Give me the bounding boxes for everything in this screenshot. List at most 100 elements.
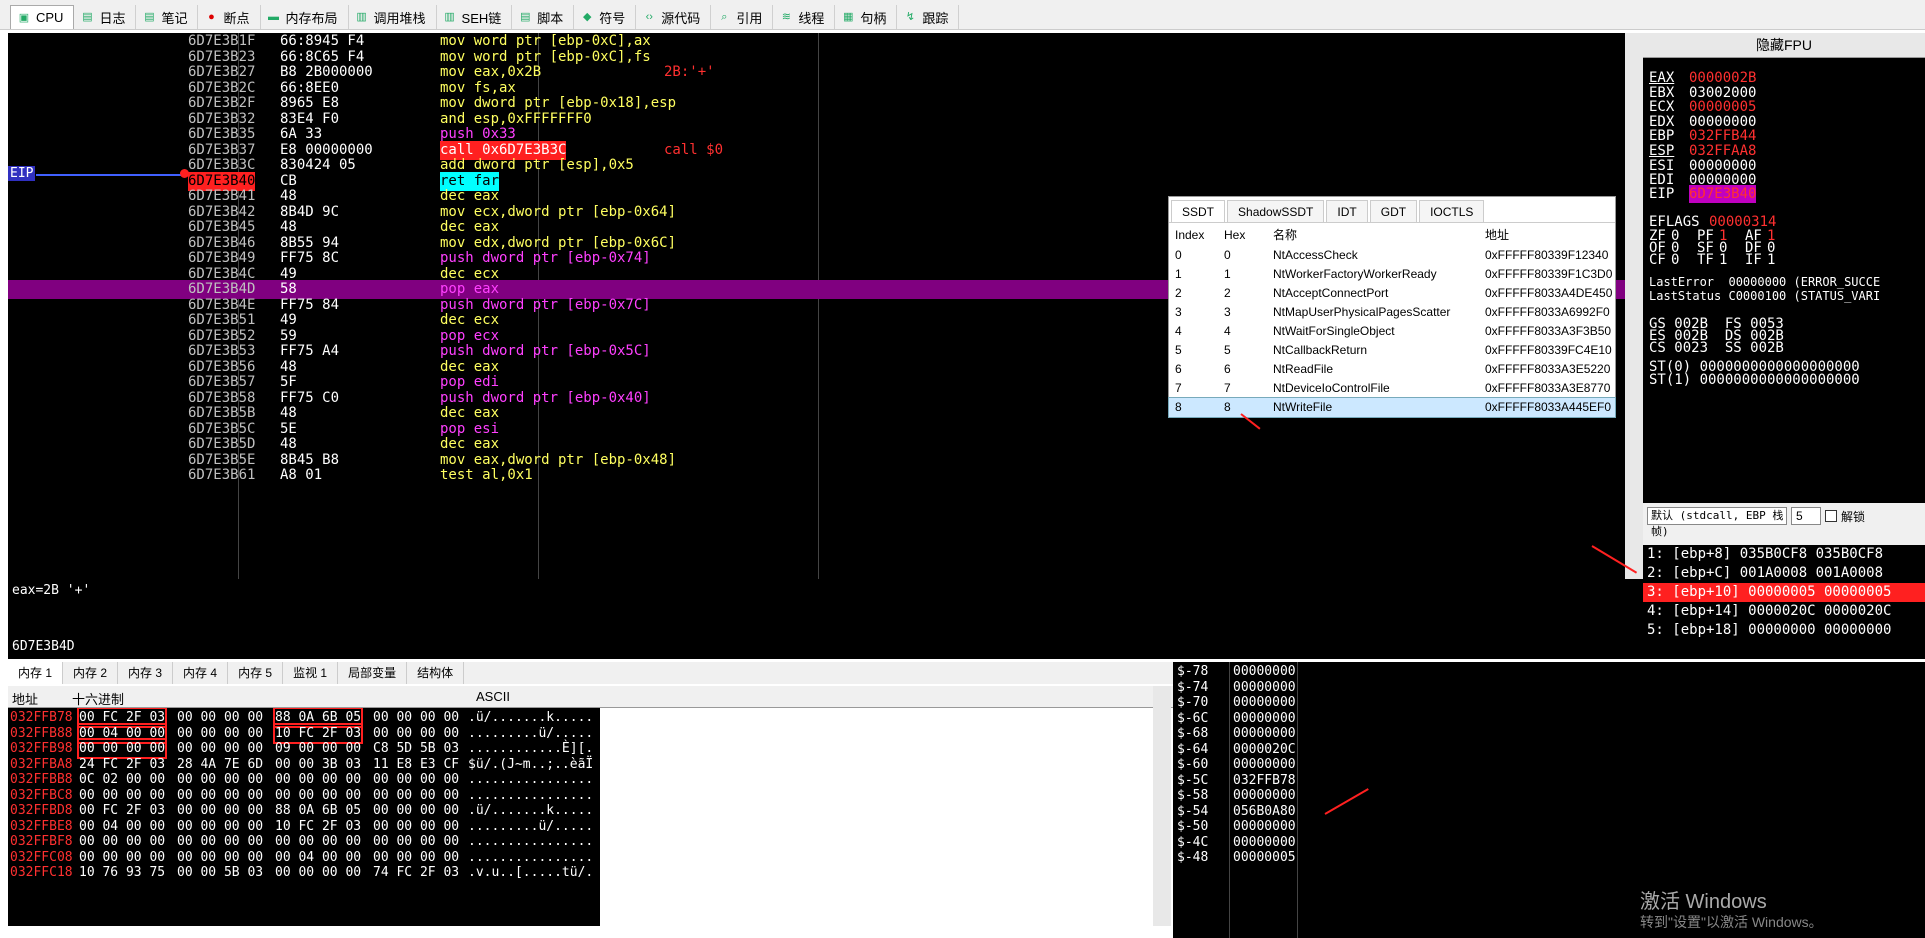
memory-tab[interactable]: 内存 5 xyxy=(228,662,284,684)
ssdt-cell: NtMapUserPhysicalPagesScatter xyxy=(1273,305,1451,319)
memory-tab[interactable]: 结构体 xyxy=(407,662,465,684)
stack-arg-row[interactable]: 5: [ebp+18] 00000000 00000000 xyxy=(1643,621,1925,640)
ssdt-column-header[interactable]: Hex xyxy=(1224,225,1245,245)
ssdt-row[interactable]: 0 0 NtAccessCheck 0xFFFFF80339F12340 xyxy=(1169,246,1615,265)
ssdt-cell: 5 xyxy=(1175,343,1182,357)
tab-label: 笔记 xyxy=(161,10,188,26)
callstack-icon: ▥ xyxy=(356,11,367,23)
stack-arg-row[interactable]: 3: [ebp+10] 00000005 00000005 xyxy=(1643,583,1925,602)
tab-references[interactable]: ⌕ 引用 xyxy=(711,5,774,29)
memory-row[interactable]: 032FFC18 10 76 93 75 00 00 5B 03 00 00 00 0… xyxy=(8,863,600,882)
flag-value[interactable]: 1 xyxy=(1767,251,1775,269)
memory-scrollbar[interactable] xyxy=(1153,686,1171,926)
ssdt-cell: 0xFFFFF8033A3E5220 xyxy=(1485,362,1611,376)
stack-arg-row[interactable]: 4: [ebp+14] 0000020C 0000020C xyxy=(1643,602,1925,621)
memory-tab[interactable]: 内存 2 xyxy=(63,662,119,684)
call-convention-select[interactable]: 默认 (stdcall, EBP 栈帧) xyxy=(1647,507,1787,538)
ssdt-tab-bar: SSDT ShadowSSDT IDT GDT IOCTLS xyxy=(1169,197,1615,223)
memory-tab[interactable]: 局部变量 xyxy=(338,662,408,684)
ssdt-cell: 7 xyxy=(1224,381,1231,395)
memory-address: 032FFC18 xyxy=(10,865,73,880)
register-value[interactable]: 6D7E3B40 xyxy=(1689,185,1757,203)
flag-name[interactable]: IF xyxy=(1745,251,1762,269)
memory-dump-view[interactable]: 032FFB78 00 FC 2F 03 00 00 00 00 88 0A 6B 0… xyxy=(8,708,600,926)
ssdt-cell: 0xFFFFF80339F1C3D0 xyxy=(1485,267,1613,281)
ssdt-tab[interactable]: IDT xyxy=(1326,200,1368,222)
fpu-st1[interactable]: ST(1) 0000000000000000000 xyxy=(1649,371,1860,389)
stack-offset[interactable]: $-48 xyxy=(1177,848,1208,867)
tab-breakpoint[interactable]: ● 断点 xyxy=(198,5,261,29)
ssdt-column-header[interactable]: 名称 xyxy=(1273,225,1297,245)
register-name[interactable]: EIP xyxy=(1649,185,1674,203)
segment-registers[interactable]: CS 0023 SS 002B xyxy=(1649,339,1784,357)
memory-tab-bar: 内存 1 内存 2 内存 3 内存 4 内存 5 监视 1 局部变量 结构体 xyxy=(8,662,1173,684)
memory-map-icon: ▬ xyxy=(268,11,279,23)
ssdt-row[interactable]: 3 3 NtMapUserPhysicalPagesScatter 0xFFFFF80… xyxy=(1169,303,1615,322)
tab-memory-map[interactable]: ▬ 内存布局 xyxy=(261,5,349,29)
flag-name[interactable]: TF xyxy=(1697,251,1714,269)
activation-watermark-sub: 转到"设置"以激活 Windows。 xyxy=(1640,914,1823,930)
tab-cpu[interactable]: ▣ CPU xyxy=(10,5,75,29)
references-icon: ⌕ xyxy=(721,11,728,23)
call-convention-bar: 默认 (stdcall, EBP 栈帧) 5 解锁 xyxy=(1643,503,1925,545)
tab-label: 引用 xyxy=(736,10,763,26)
bytes: A8 01 xyxy=(280,467,323,483)
ssdt-cell: 0xFFFFF80339F12340 xyxy=(1485,248,1609,262)
ssdt-cell: NtWorkerFactoryWorkerReady xyxy=(1273,267,1437,281)
ascii-header: ASCII xyxy=(476,689,510,704)
ssdt-row[interactable]: 8 8 NtWriteFile 0xFFFFF8033A445EF0 xyxy=(1168,397,1616,418)
tab-seh[interactable]: ▥ SEH链 xyxy=(437,5,513,29)
memory-tab[interactable]: 内存 4 xyxy=(173,662,229,684)
breakpoint-dot[interactable] xyxy=(180,169,189,178)
unlock-checkbox[interactable] xyxy=(1825,510,1837,522)
disasm-row[interactable]: 6D7E3B61 A8 01 test al,0x1 xyxy=(8,466,1625,485)
tab-handles[interactable]: ▦ 句柄 xyxy=(835,5,898,29)
arg-count-input[interactable]: 5 xyxy=(1791,507,1821,525)
disassembly-scrollbar[interactable] xyxy=(1625,33,1643,579)
memory-tab[interactable]: 内存 1 xyxy=(8,662,64,684)
flag-value[interactable]: 0 xyxy=(1671,251,1679,269)
tab-notes[interactable]: ▤ 笔记 xyxy=(136,5,199,29)
trace-icon: ↯ xyxy=(905,11,915,23)
ssdt-cell: 1 xyxy=(1175,267,1182,281)
memory-tab[interactable]: 内存 3 xyxy=(118,662,174,684)
memory-bytes: 00 00 00 00 xyxy=(275,865,362,880)
ssdt-row[interactable]: 4 4 NtWaitForSingleObject 0xFFFFF8033A3F3B5… xyxy=(1169,322,1615,341)
flag-name[interactable]: CF xyxy=(1649,251,1666,269)
tab-callstack[interactable]: ▥ 调用堆栈 xyxy=(349,5,437,29)
ssdt-column-header[interactable]: 地址 xyxy=(1485,225,1509,245)
ssdt-tab[interactable]: IOCTLS xyxy=(1419,200,1485,222)
ssdt-cell: 0xFFFFF8033A3F3B50 xyxy=(1485,324,1612,338)
stack-arg-row[interactable]: 1: [ebp+8] 035B0CF8 035B0CF8 xyxy=(1643,545,1925,564)
tab-source[interactable]: ‹› 源代码 xyxy=(636,5,712,29)
ssdt-row[interactable]: 6 6 NtReadFile 0xFFFFF8033A3E5220 xyxy=(1169,360,1615,379)
tab-script[interactable]: ▤ 脚本 xyxy=(512,5,575,29)
ssdt-tab[interactable]: SSDT xyxy=(1171,200,1226,222)
tab-label: 断点 xyxy=(223,10,250,26)
stack-divider xyxy=(1229,662,1230,938)
stack-view[interactable]: $-78 00000000 $-74 00000000 $-70 00000000 $-6C… xyxy=(1173,662,1925,938)
ssdt-window: SSDT ShadowSSDT IDT GDT IOCTLS Index Hex 名称 地址 0… xyxy=(1168,196,1616,418)
tab-label: 句柄 xyxy=(860,10,887,26)
stack-value[interactable]: 00000005 xyxy=(1233,848,1296,867)
tab-symbol[interactable]: ◆ 符号 xyxy=(574,5,637,29)
ssdt-row[interactable]: 5 5 NtCallbackReturn 0xFFFFF80339FC4E10 xyxy=(1169,341,1615,360)
tab-log[interactable]: ▤ 日志 xyxy=(74,5,137,29)
ssdt-row[interactable]: 2 2 NtAcceptConnectPort 0xFFFFF8033A4DE450 xyxy=(1169,284,1615,303)
memory-ascii: .v.u..[.....tü/. xyxy=(468,865,594,880)
ssdt-cell: 0xFFFFF80339FC4E10 xyxy=(1485,343,1612,357)
tab-trace[interactable]: ↯ 跟踪 xyxy=(897,5,960,29)
hide-fpu-button[interactable]: 隐藏FPU xyxy=(1643,33,1925,58)
ssdt-cell: 2 xyxy=(1224,286,1231,300)
ssdt-tab[interactable]: GDT xyxy=(1369,200,1418,222)
script-icon: ▤ xyxy=(520,11,531,23)
flag-value[interactable]: 1 xyxy=(1719,251,1727,269)
stack-arg-row[interactable]: 2: [ebp+C] 001A0008 001A0008 xyxy=(1643,564,1925,583)
ssdt-tab[interactable]: ShadowSSDT xyxy=(1227,200,1325,222)
ssdt-row[interactable]: 1 1 NtWorkerFactoryWorkerReady 0xFFFFF80339… xyxy=(1169,265,1615,284)
tab-threads[interactable]: ≋ 线程 xyxy=(773,5,836,29)
ssdt-row[interactable]: 7 7 NtDeviceIoControlFile 0xFFFFF8033A3E877… xyxy=(1169,379,1615,398)
memory-tab[interactable]: 监视 1 xyxy=(283,662,339,684)
tab-label: 日志 xyxy=(99,10,126,26)
ssdt-column-header[interactable]: Index xyxy=(1175,225,1204,245)
